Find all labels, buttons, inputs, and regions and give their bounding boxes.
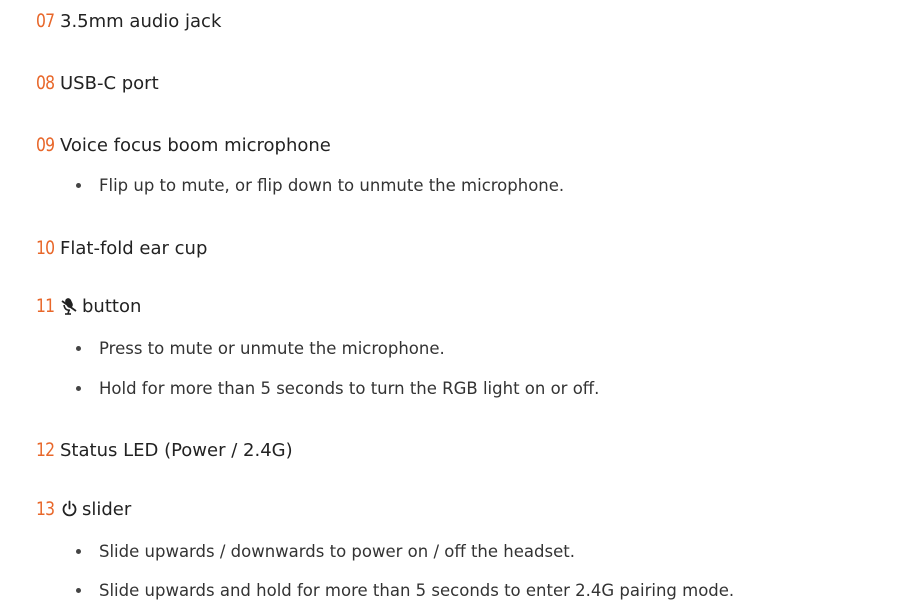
bullet-text: Hold for more than 5 seconds to turn the… xyxy=(99,378,600,398)
item-number: 07 xyxy=(36,10,55,32)
list-item-boom-microphone: 09 Voice focus boom microphone xyxy=(36,131,876,159)
item-number: 13 xyxy=(36,498,55,520)
mic-mute-icon xyxy=(60,296,78,316)
list-item-ear-cup: 10 Flat-fold ear cup xyxy=(36,234,876,262)
item-title: Voice focus boom microphone xyxy=(60,134,331,156)
bullet-dot xyxy=(76,182,81,188)
bullet-text: Flip up to mute, or flip down to unmute … xyxy=(99,175,565,195)
list-item-mute-button: 11 button xyxy=(36,292,876,320)
bullet-item: Press to mute or unmute the microphone. xyxy=(76,335,445,361)
list-item-status-led: 12 Status LED (Power / 2.4G) xyxy=(36,436,876,464)
item-number: 08 xyxy=(36,72,55,94)
item-number: 12 xyxy=(36,439,55,461)
power-icon xyxy=(60,499,78,519)
item-title: Flat-fold ear cup xyxy=(60,237,208,259)
item-number: 10 xyxy=(36,237,55,259)
bullet-dot xyxy=(76,345,81,351)
bullet-item: Slide upwards / downwards to power on / … xyxy=(76,538,575,564)
list-item-audio-jack: 07 3.5mm audio jack xyxy=(36,7,876,35)
bullet-text: Slide upwards / downwards to power on / … xyxy=(99,541,575,561)
list-item-usb-c-port: 08 USB-C port xyxy=(36,69,876,97)
bullet-dot xyxy=(76,587,81,593)
bullet-text: Slide upwards and hold for more than 5 s… xyxy=(99,580,735,600)
bullet-dot xyxy=(76,385,81,391)
item-title: 3.5mm audio jack xyxy=(60,10,222,32)
item-number: 11 xyxy=(36,295,55,317)
bullet-item: Hold for more than 5 seconds to turn the… xyxy=(76,375,599,401)
item-title: button xyxy=(82,295,142,317)
item-title: USB-C port xyxy=(60,72,159,94)
item-number: 09 xyxy=(36,134,55,156)
item-title: slider xyxy=(82,498,132,520)
bullet-item: Flip up to mute, or flip down to unmute … xyxy=(76,172,564,198)
feature-list: 07 3.5mm audio jack 08 USB-C port 09 Voi… xyxy=(36,0,876,603)
list-item-power-slider: 13 slider xyxy=(36,495,876,523)
bullet-text: Press to mute or unmute the microphone. xyxy=(99,338,445,358)
bullet-item: Slide upwards and hold for more than 5 s… xyxy=(76,577,734,603)
bullet-dot xyxy=(76,548,81,554)
item-title: Status LED (Power / 2.4G) xyxy=(60,439,293,461)
